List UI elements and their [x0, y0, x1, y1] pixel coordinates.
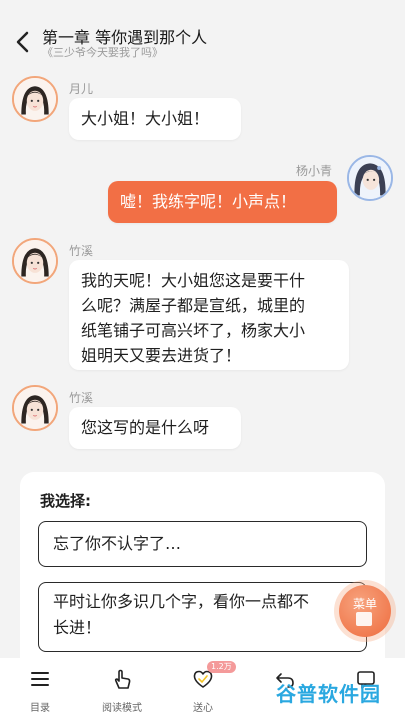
book-icon	[356, 612, 372, 626]
lady-avatar-icon	[349, 157, 391, 199]
speaker-name: 杨小青	[296, 164, 333, 178]
choice-option[interactable]: 忘了你不认字了…	[38, 521, 367, 567]
nav-item-catalog[interactable]: 目录	[5, 658, 75, 720]
nav-item-reading-mode[interactable]: 阅读模式	[87, 658, 157, 720]
girl-avatar-icon	[14, 387, 56, 429]
nav-item-send-heart[interactable]: 1.2万 送心	[168, 658, 238, 720]
girl-avatar-icon	[14, 240, 56, 282]
message-bubble: 您这写的是什么呀	[69, 407, 241, 449]
message-line: 纸笔铺子可高兴坏了，杨家大小	[81, 321, 306, 340]
speaker-name: 竹溪	[69, 244, 94, 258]
nav-label: 送心	[193, 703, 213, 714]
option-line: 长进！	[53, 618, 102, 637]
menu-fab-label: 菜单	[352, 597, 377, 611]
avatar[interactable]	[12, 76, 58, 122]
avatar[interactable]	[12, 238, 58, 284]
menu-fab-button[interactable]: 菜单	[339, 585, 391, 637]
message-bubble: 大小姐！大小姐！	[69, 98, 241, 140]
message-bubble: 我的天呢！大小姐您这是要干什 么呢？满屋子都是宣纸，城里的 纸笔铺子可高兴坏了，…	[69, 260, 349, 370]
speaker-name: 竹溪	[69, 391, 94, 405]
message-line: 么呢？满屋子都是宣纸，城里的	[81, 296, 306, 315]
message-line: 姐明天又要去进货了！	[81, 346, 242, 365]
my-message-bubble: 嘘！我练字呢！小声点！	[108, 181, 337, 223]
heart-count-badge: 1.2万	[207, 661, 236, 673]
option-line: 平时让你多识几个字，看你一点都不	[53, 592, 310, 611]
avatar[interactable]	[347, 155, 393, 201]
girl-avatar-icon	[14, 78, 56, 120]
menu-list-icon	[31, 672, 49, 686]
speaker-name: 月儿	[69, 82, 94, 96]
nav-label: 阅读模式	[102, 703, 142, 714]
hand-tap-icon	[114, 669, 131, 689]
top-bar: 第一章 等你遇到那个人 《三少爷今天娶我了吗》	[0, 0, 405, 64]
message-line: 我的天呢！大小姐您这是要干什	[81, 271, 306, 290]
back-arrow-icon[interactable]	[12, 29, 34, 55]
watermark: 谷普软件园	[276, 682, 381, 706]
choice-title: 我选择:	[40, 492, 91, 510]
book-title: 《三少爷今天娶我了吗》	[42, 46, 163, 59]
avatar[interactable]	[12, 385, 58, 431]
choice-option[interactable]: 平时让你多识几个字，看你一点都不 长进！	[38, 582, 367, 652]
nav-label: 目录	[30, 703, 50, 714]
